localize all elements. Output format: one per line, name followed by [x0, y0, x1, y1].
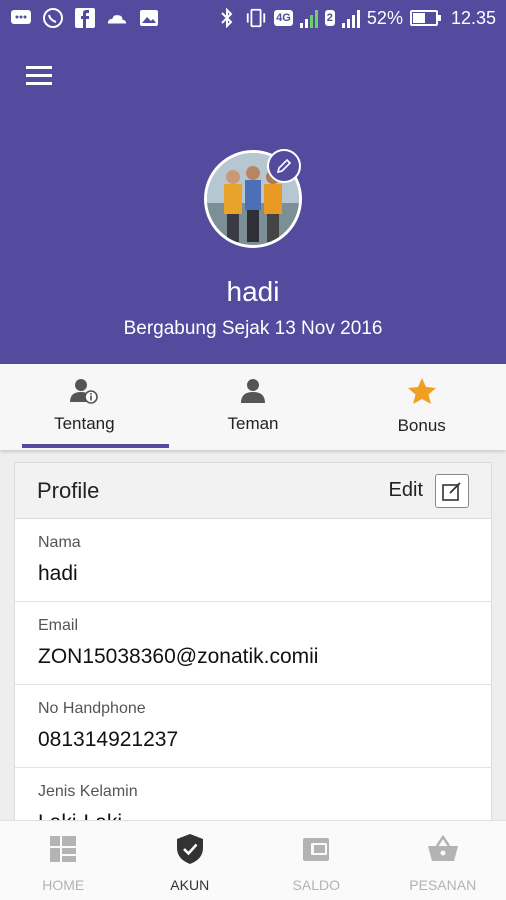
nav-pesanan[interactable]: PESANAN — [380, 821, 506, 900]
field-value: hadi — [38, 562, 78, 585]
basket-icon — [427, 833, 459, 865]
bottom-navigation: HOME AKUN SALDO PESANAN — [0, 820, 506, 900]
clock: 12.35 — [450, 7, 496, 28]
tab-label: Tentang — [54, 414, 115, 433]
joined-date: Bergabung Sejak 13 Nov 2016 — [123, 318, 383, 339]
signal-strength-2-icon — [341, 8, 360, 28]
signal-strength-icon — [299, 8, 318, 28]
cloud-icon — [106, 8, 128, 28]
menu-icon[interactable] — [26, 66, 52, 86]
tab-teman[interactable]: Teman — [169, 364, 338, 450]
bluetooth-icon — [216, 8, 238, 28]
user-name: hadi — [226, 276, 280, 307]
star-icon — [407, 376, 437, 406]
profile-card: Profile Edit Nama hadi Email ZON15038360… — [14, 462, 492, 842]
field-label: Email — [38, 617, 79, 634]
profile-tabs: Tentang Teman Bonus — [0, 364, 506, 450]
nav-label: SALDO — [292, 877, 340, 893]
shield-check-icon — [176, 833, 204, 865]
field-value: ZON15038360@zonatik.comii — [38, 645, 319, 668]
profile-title: Profile — [37, 477, 100, 503]
field-label: No Handphone — [38, 700, 146, 717]
tab-bonus[interactable]: Bonus — [337, 364, 506, 450]
nav-saldo[interactable]: SALDO — [253, 821, 380, 900]
sim2-badge: 2 — [324, 10, 335, 26]
nav-akun[interactable]: AKUN — [127, 821, 254, 900]
profile-card-header: Profile Edit — [15, 463, 491, 519]
field-email: Email ZON15038360@zonatik.comii — [15, 602, 491, 685]
nav-label: AKUN — [170, 877, 210, 893]
edit-photo-button[interactable] — [267, 149, 301, 183]
home-grid-icon — [49, 833, 77, 865]
field-phone: No Handphone 081314921237 — [15, 685, 491, 768]
nav-home[interactable]: HOME — [0, 821, 127, 900]
edit-icon — [435, 473, 469, 508]
field-label: Jenis Kelamin — [38, 783, 138, 800]
edit-profile-button[interactable]: Edit — [388, 473, 469, 508]
battery-icon — [409, 10, 441, 26]
field-label: Nama — [38, 534, 81, 551]
person-info-icon — [70, 376, 99, 406]
chat-notification-icon — [10, 8, 32, 28]
field-nama: Nama hadi — [15, 519, 491, 602]
tab-label: Bonus — [397, 416, 446, 435]
image-icon — [138, 8, 160, 28]
tab-tentang[interactable]: Tentang — [0, 364, 169, 450]
profile-header: hadi Bergabung Sejak 13 Nov 2016 — [0, 36, 506, 364]
facebook-icon — [74, 8, 96, 28]
pencil-icon — [276, 158, 292, 174]
status-bar: 4G 2 52% 12.35 — [0, 0, 506, 36]
battery-percent: 52% — [366, 7, 403, 28]
avatar-container — [204, 149, 302, 248]
tab-label: Teman — [227, 414, 279, 433]
person-icon — [240, 376, 266, 406]
whatsapp-icon — [42, 8, 64, 28]
vibrate-icon — [245, 8, 267, 28]
nav-label: HOME — [42, 877, 85, 893]
edit-label: Edit — [388, 479, 423, 501]
nav-label: PESANAN — [409, 877, 477, 893]
wallet-icon — [302, 833, 330, 865]
network-type-badge: 4G — [274, 10, 293, 26]
field-value: 081314921237 — [38, 728, 179, 751]
